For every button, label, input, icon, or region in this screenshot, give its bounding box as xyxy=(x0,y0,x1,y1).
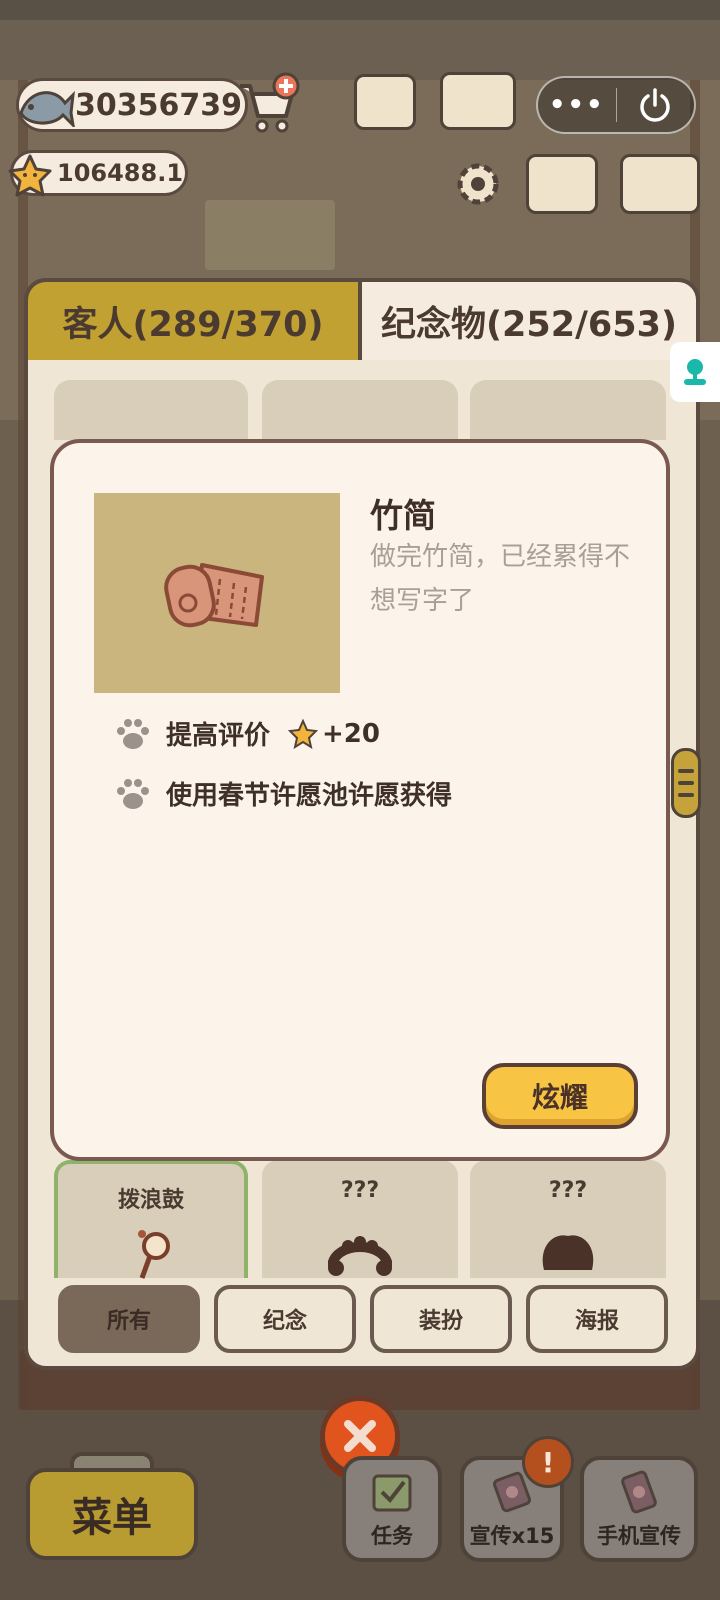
filter-souvenir[interactable]: 纪念 xyxy=(214,1285,356,1353)
paw-icon xyxy=(117,718,149,749)
power-icon xyxy=(640,88,670,122)
mini-program-capsule: ••• xyxy=(536,76,696,134)
source-row: 使用春节许愿池许愿获得 xyxy=(114,775,452,812)
rating-label: 提高评价 xyxy=(166,721,271,751)
alert-badge: ! xyxy=(522,1436,574,1488)
filter-poster[interactable]: 海报 xyxy=(526,1285,668,1353)
souvenir-card[interactable] xyxy=(262,380,458,440)
map-icon[interactable] xyxy=(526,154,598,214)
show-off-button[interactable]: 炫耀 xyxy=(482,1063,638,1129)
item-name: 竹简 xyxy=(370,496,436,535)
tab-guests[interactable]: 客人(289/370) xyxy=(24,278,362,360)
souvenir-card[interactable] xyxy=(470,380,666,440)
tab-souvenirs[interactable]: 纪念物(252/653) xyxy=(358,278,700,360)
close-icon xyxy=(344,1420,376,1452)
souvenir-card[interactable] xyxy=(54,380,248,440)
checklist-icon xyxy=(372,1474,412,1512)
menu-button[interactable]: 菜单 xyxy=(26,1468,198,1560)
fish-currency: 30356739 xyxy=(16,78,248,132)
star-currency: 106488.1 xyxy=(8,150,188,197)
more-dots-icon[interactable]: ••• xyxy=(538,90,616,120)
fish-count: 30356739 xyxy=(75,87,242,123)
locked-silhouette xyxy=(328,1236,392,1276)
sort-icon[interactable] xyxy=(620,154,700,214)
source-text: 使用春节许愿池许愿获得 xyxy=(166,781,453,811)
star-icon xyxy=(288,718,319,749)
locked-silhouette xyxy=(542,1235,594,1270)
rating-value: +20 xyxy=(322,718,380,749)
scroll-handle[interactable] xyxy=(671,748,701,818)
book-icon[interactable] xyxy=(440,72,516,130)
item-description: 做完竹简，已经累得不想写字了 xyxy=(370,542,631,616)
souvenir-label: ??? xyxy=(340,1178,380,1203)
cart-add-icon[interactable] xyxy=(236,72,300,136)
background-shelf xyxy=(205,200,335,270)
star-count: 106488.1 xyxy=(57,159,184,187)
filter-all[interactable]: 所有 xyxy=(58,1285,200,1353)
phone-icon xyxy=(621,1470,657,1514)
item-image xyxy=(94,493,340,693)
item-detail-modal: 竹简 做完竹简，已经累得不想写字了 提高评价 +20 使用春节许愿池许愿获得 炫… xyxy=(50,439,670,1161)
filter-costume[interactable]: 装扮 xyxy=(370,1285,512,1353)
newspaper-icon[interactable] xyxy=(354,74,416,130)
star-icon xyxy=(8,154,52,197)
power-button[interactable] xyxy=(617,87,695,123)
scroll-grip-icon xyxy=(678,769,694,797)
souvenir-label: ??? xyxy=(548,1178,588,1203)
drum-icon xyxy=(138,1230,170,1279)
promote-label: 宣传x15 xyxy=(469,1524,555,1548)
souvenir-card-locked[interactable]: ??? xyxy=(262,1160,458,1278)
phone-promote-button[interactable]: 手机宣传 xyxy=(580,1456,698,1562)
souvenir-card-locked[interactable]: ??? xyxy=(470,1160,666,1278)
side-badge[interactable] xyxy=(670,342,720,402)
tasks-button[interactable]: 任务 xyxy=(342,1456,442,1562)
paw-icon xyxy=(117,778,149,809)
pin-icon xyxy=(684,359,706,385)
gear-icon[interactable] xyxy=(450,156,506,212)
rating-row: 提高评价 +20 xyxy=(114,715,380,752)
tasks-label: 任务 xyxy=(371,1524,413,1548)
souvenir-card[interactable]: 拨浪鼓 xyxy=(54,1160,248,1279)
fish-icon xyxy=(19,90,75,127)
phone-promote-label: 手机宣传 xyxy=(597,1524,681,1548)
bamboo-scroll-icon xyxy=(164,563,264,628)
souvenir-label: 拨浪鼓 xyxy=(117,1188,184,1213)
